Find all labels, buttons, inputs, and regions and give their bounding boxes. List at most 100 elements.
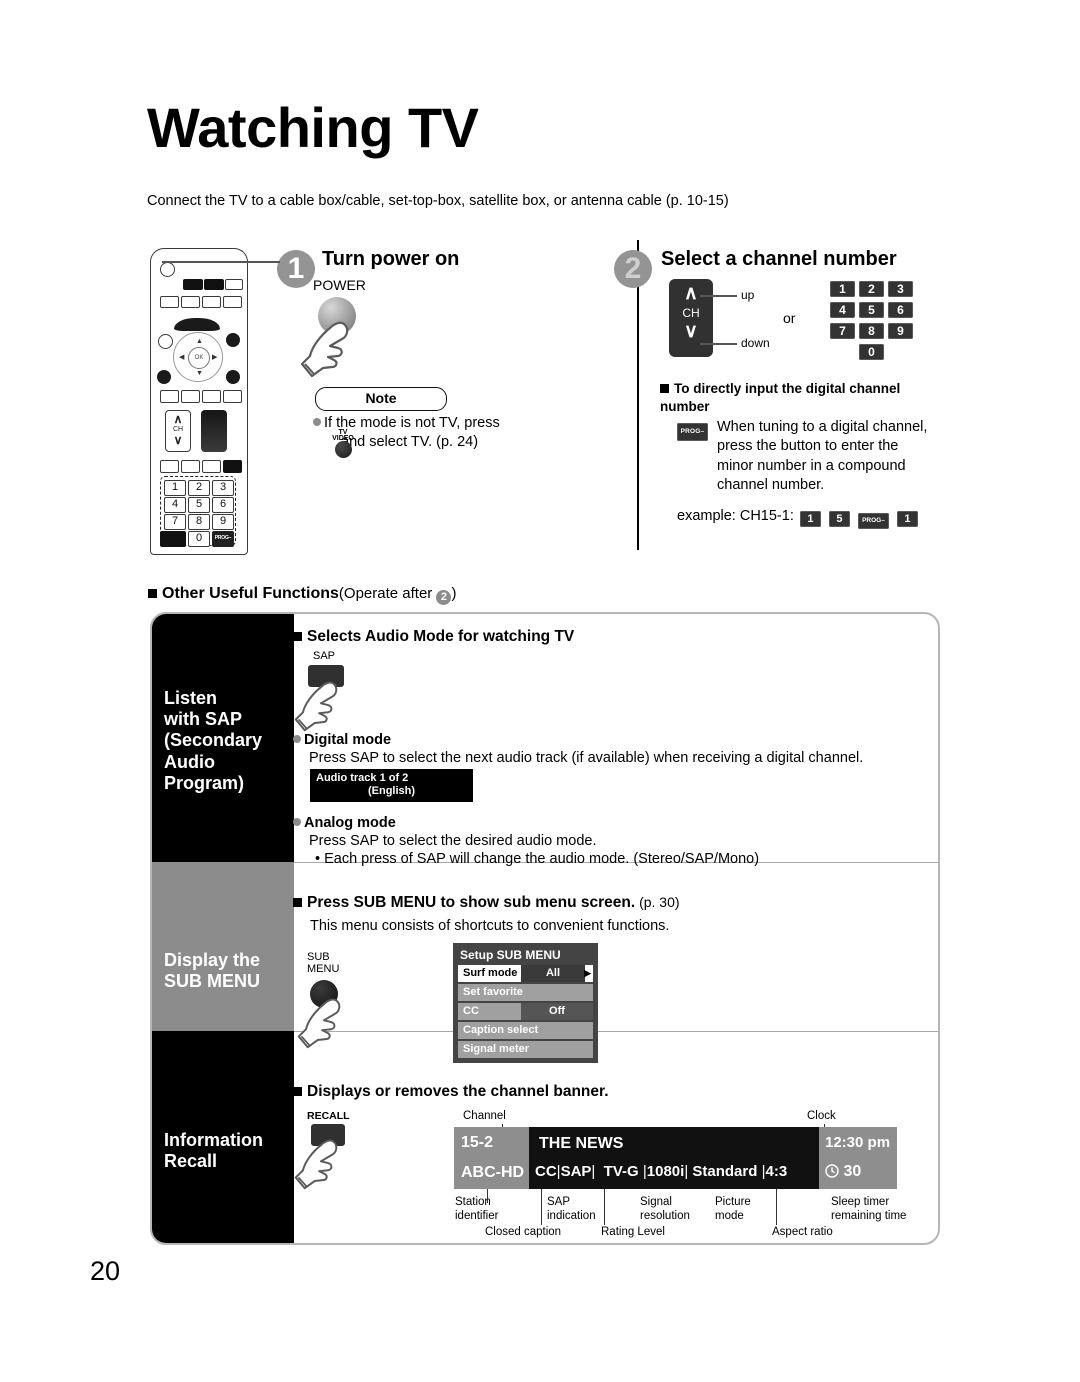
remote-key-8: 8 (188, 514, 210, 530)
num-key-4: 4 (830, 302, 855, 318)
callout-channel: Channel (463, 1110, 506, 1122)
digital-mode-text: Press SAP to select the next audio track… (309, 750, 864, 766)
other-useful-functions-heading: Other Useful Functions(Operate after 2) (148, 585, 456, 605)
analog-mode-text: Press SAP to select the desired audio mo… (309, 833, 597, 849)
osd-row-caption-select[interactable]: Caption select (458, 1022, 593, 1039)
callout-clock: Clock (807, 1110, 836, 1122)
step-2-title: Select a channel number (661, 248, 897, 270)
callout-line (604, 1189, 605, 1225)
banner-resolution: 1080i (646, 1163, 685, 1180)
remote-button (181, 296, 200, 308)
remote-button (181, 460, 200, 473)
square-bullet-icon (148, 589, 157, 598)
num-key-2: 2 (859, 281, 884, 297)
pointing-hand-icon (294, 1139, 338, 1190)
banner-sleep-timer: 30 (825, 1158, 897, 1186)
remote-button (160, 296, 179, 308)
num-key-6: 6 (888, 302, 913, 318)
remote-button (202, 390, 221, 403)
callout-rating-level: Rating Level (601, 1226, 665, 1238)
remote-round-button (158, 334, 173, 349)
analog-mode-heading: Analog mode (293, 814, 396, 833)
square-bullet-icon (660, 384, 669, 393)
remote-button (202, 296, 221, 308)
num-key-7: 7 (830, 323, 855, 339)
band-label-sap: Listen with SAP (Secondary Audio Program… (164, 688, 263, 793)
remote-round-button (226, 333, 240, 347)
remote-round-button (157, 370, 171, 384)
remote-round-button (226, 370, 240, 384)
remote-button (181, 390, 200, 403)
callout-closed-caption: Closed caption (485, 1226, 562, 1238)
remote-key-5: 5 (188, 497, 210, 513)
remote-ok-button: OK (188, 347, 210, 369)
osd-row-label: Set favorite (463, 986, 523, 998)
osd-row-label: Caption select (463, 1024, 539, 1036)
osd-row-label: CC (463, 1005, 479, 1017)
num-key-8: 8 (859, 323, 884, 339)
dpad-down-icon: ▼ (196, 370, 203, 377)
osd-row-signal-meter[interactable]: Signal meter (458, 1041, 593, 1058)
setup-sub-menu-osd: Setup SUB MENU Surf mode ◀ All ▶ Set fav… (453, 943, 598, 1063)
remote-button (160, 390, 179, 403)
remote-key-6: 6 (212, 497, 234, 513)
banner-program-title: THE NEWS (539, 1135, 624, 1152)
band-label-info-recall: Information Recall (164, 1130, 263, 1172)
chevron-right-icon[interactable]: ▶ (584, 965, 591, 982)
example-label: example: CH15-1: (677, 508, 794, 524)
example-row: example: CH15-1: 1 5 PROG– 1 (677, 508, 920, 529)
step-1-title: Turn power on (322, 248, 460, 270)
band-label-sub-menu: Display the SUB MENU (164, 950, 261, 992)
osd-title: Setup SUB MENU (460, 948, 561, 962)
audio-osd-line2: (English) (367, 785, 416, 797)
num-key-0: 0 (859, 344, 884, 360)
recall-section-heading: Displays or removes the channel banner. (293, 1083, 609, 1101)
remote-channel-rocker: ∧ CH ∨ (165, 410, 191, 452)
osd-row-value: Off (521, 1003, 593, 1020)
bullet-icon (313, 418, 321, 426)
page-title: Watching TV (147, 96, 479, 159)
remote-button (204, 279, 224, 290)
note-badge: Note (315, 387, 447, 411)
osd-row-set-favorite[interactable]: Set favorite (458, 984, 593, 1001)
dpad-left-icon: ◀ (179, 354, 185, 361)
banner-core: THE NEWS CC|SAP| TV-G |1080i| Standard |… (529, 1127, 819, 1189)
recall-button-label: RECALL (307, 1110, 350, 1122)
remote-key-1: 1 (164, 480, 186, 496)
remote-key-black (160, 531, 186, 547)
banner-left: 15-2 ABC-HD (454, 1127, 529, 1189)
callout-line (776, 1189, 777, 1225)
osd-row-surf-mode[interactable]: Surf mode ◀ All ▶ (458, 965, 593, 982)
remote-button (160, 460, 179, 473)
prog-key-graphic: PROG– (677, 423, 708, 441)
remote-arc-button (174, 318, 220, 331)
banner-tags: CC|SAP| TV-G |1080i| Standard |4:3 (535, 1163, 788, 1180)
osd-row-cc[interactable]: CC Off (458, 1003, 593, 1020)
clock-icon (825, 1164, 839, 1178)
manual-page: Watching TV Connect the TV to a cable bo… (0, 0, 1080, 1382)
banner-right: 12:30 pm 30 (819, 1127, 897, 1189)
remote-key-2: 2 (188, 480, 210, 496)
remote-button (223, 390, 242, 403)
callout-line (541, 1189, 542, 1225)
sub-menu-button-label: SUB MENU (307, 951, 340, 975)
callout-sleep-timer: Sleep timer remaining time (831, 1196, 907, 1222)
num-key-1: 1 (830, 281, 855, 297)
remote-key-0: 0 (188, 531, 210, 547)
remote-button (223, 460, 242, 473)
callout-station-identifier: Station identifier (455, 1196, 499, 1222)
num-key-5: 5 (859, 302, 884, 318)
banner-cc: CC (535, 1163, 557, 1180)
channel-banner: 15-2 ABC-HD THE NEWS CC|SAP| TV-G |1080i… (454, 1127, 897, 1189)
callout-leader-line (700, 343, 737, 345)
callout-aspect-ratio: Aspect ratio (772, 1226, 833, 1238)
power-label: POWER (313, 277, 366, 293)
banner-sap: SAP (560, 1163, 592, 1180)
remote-ch-up-icon: ∧ (173, 412, 183, 426)
tv-video-key-graphic (335, 441, 352, 458)
sap-section-heading: Selects Audio Mode for watching TV (293, 628, 574, 646)
example-key-prog: PROG– (857, 513, 889, 529)
osd-row-label: Signal meter (463, 1043, 530, 1055)
callout-leader-line (162, 261, 280, 263)
banner-station: ABC-HD (461, 1164, 525, 1181)
